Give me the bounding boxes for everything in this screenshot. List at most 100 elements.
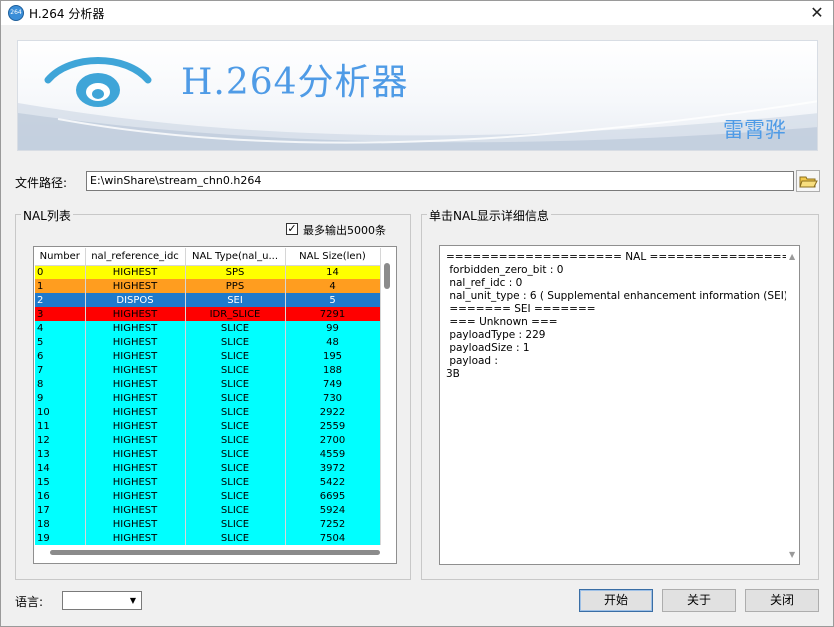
cell-nal-type: SLICE	[185, 349, 286, 363]
cell-ref-idc: DISPOS	[85, 293, 186, 307]
cell-ref-idc: HIGHEST	[85, 265, 186, 279]
cell-ref-idc: HIGHEST	[85, 531, 186, 545]
cell-number: 14	[35, 461, 86, 475]
cell-nal-size: 7504	[285, 531, 381, 545]
cell-number: 17	[35, 503, 86, 517]
cell-ref-idc: HIGHEST	[85, 475, 186, 489]
table-row[interactable]: 8 HIGHEST SLICE 749	[35, 377, 381, 391]
column-header-ref-idc[interactable]: nal_reference_idc	[85, 248, 186, 266]
cell-ref-idc: HIGHEST	[85, 447, 186, 461]
cell-nal-size: 5	[285, 293, 381, 307]
cell-ref-idc: HIGHEST	[85, 405, 186, 419]
detail-line: forbidden_zero_bit : 0	[446, 264, 564, 276]
cell-nal-type: SLICE	[185, 433, 286, 447]
detail-text: ==================== NAL ===============…	[446, 251, 786, 381]
column-header-nal-type[interactable]: NAL Type(nal_u...	[185, 248, 286, 266]
analyzer-window: 264 H.264 分析器 ✕ H.264分析器 雷霄骅 文件路径: E:\wi…	[0, 0, 834, 627]
cell-number: 9	[35, 391, 86, 405]
about-button[interactable]: 关于	[662, 589, 736, 612]
cell-ref-idc: HIGHEST	[85, 517, 186, 531]
cell-ref-idc: HIGHEST	[85, 461, 186, 475]
table-row[interactable]: 3 HIGHEST IDR_SLICE 7291	[35, 307, 381, 321]
cell-number: 6	[35, 349, 86, 363]
cell-nal-type: SLICE	[185, 489, 286, 503]
cell-nal-type: SLICE	[185, 461, 286, 475]
cell-nal-type: SLICE	[185, 447, 286, 461]
cell-ref-idc: HIGHEST	[85, 391, 186, 405]
file-path-label: 文件路径:	[15, 176, 68, 190]
detail-line: nal_ref_idc : 0	[446, 277, 523, 289]
h264-app-icon: 264	[8, 5, 24, 21]
table-row[interactable]: 4 HIGHEST SLICE 99	[35, 321, 381, 335]
cell-nal-size: 7252	[285, 517, 381, 531]
cell-ref-idc: HIGHEST	[85, 321, 186, 335]
cell-nal-size: 730	[285, 391, 381, 405]
cell-number: 10	[35, 405, 86, 419]
scroll-down-arrow-icon[interactable]: ▼	[789, 550, 795, 559]
table-row[interactable]: 14 HIGHEST SLICE 3972	[35, 461, 381, 475]
cell-nal-size: 2922	[285, 405, 381, 419]
table-row[interactable]: 11 HIGHEST SLICE 2559	[35, 419, 381, 433]
detail-line: ==================== NAL ===============…	[446, 251, 786, 263]
table-row[interactable]: 13 HIGHEST SLICE 4559	[35, 447, 381, 461]
eye-logo-icon	[44, 57, 152, 107]
cell-nal-type: SLICE	[185, 419, 286, 433]
table-row[interactable]: 19 HIGHEST SLICE 7504	[35, 531, 381, 545]
detail-line: payload :	[446, 355, 498, 367]
table-row[interactable]: 17 HIGHEST SLICE 5924	[35, 503, 381, 517]
cell-number: 4	[35, 321, 86, 335]
detail-line: 3B	[446, 368, 460, 380]
nal-list[interactable]: Number nal_reference_idc NAL Type(nal_u.…	[33, 246, 397, 564]
cell-number: 7	[35, 363, 86, 377]
language-label: 语言:	[15, 595, 44, 609]
title-bar: 264 H.264 分析器 ✕	[1, 1, 833, 25]
banner: H.264分析器 雷霄骅	[17, 40, 818, 151]
folder-open-icon	[799, 176, 818, 188]
nal-list-vertical-scrollbar[interactable]	[384, 263, 390, 289]
column-header-nal-size[interactable]: NAL Size(len)	[285, 248, 381, 266]
cell-nal-size: 4	[285, 279, 381, 293]
table-row[interactable]: 9 HIGHEST SLICE 730	[35, 391, 381, 405]
cell-nal-type: SPS	[185, 265, 286, 279]
table-row[interactable]: 18 HIGHEST SLICE 7252	[35, 517, 381, 531]
cell-number: 15	[35, 475, 86, 489]
table-row[interactable]: 0 HIGHEST SPS 14	[35, 265, 381, 279]
cell-nal-size: 2700	[285, 433, 381, 447]
cell-ref-idc: HIGHEST	[85, 433, 186, 447]
nal-list-horizontal-scrollbar[interactable]	[50, 550, 380, 555]
cell-nal-size: 99	[285, 321, 381, 335]
cell-ref-idc: HIGHEST	[85, 419, 186, 433]
cell-number: 1	[35, 279, 86, 293]
cell-ref-idc: HIGHEST	[85, 503, 186, 517]
banner-title: H.264分析器	[181, 62, 409, 103]
detail-textbox[interactable]: ==================== NAL ===============…	[439, 245, 800, 565]
close-icon[interactable]: ✕	[801, 1, 833, 25]
detail-line: ======= SEI =======	[446, 303, 596, 315]
file-path-input[interactable]: E:\winShare\stream_chn0.h264	[86, 171, 794, 191]
table-row[interactable]: 5 HIGHEST SLICE 48	[35, 335, 381, 349]
language-select[interactable]: ▼	[62, 591, 142, 610]
table-row[interactable]: 6 HIGHEST SLICE 195	[35, 349, 381, 363]
column-header-number[interactable]: Number	[35, 248, 86, 266]
cell-ref-idc: HIGHEST	[85, 377, 186, 391]
browse-button[interactable]	[796, 170, 820, 192]
table-row[interactable]: 15 HIGHEST SLICE 5422	[35, 475, 381, 489]
cell-number: 2	[35, 293, 86, 307]
cell-ref-idc: HIGHEST	[85, 363, 186, 377]
table-row[interactable]: 12 HIGHEST SLICE 2700	[35, 433, 381, 447]
scroll-up-arrow-icon[interactable]: ▲	[789, 252, 795, 261]
cell-number: 3	[35, 307, 86, 321]
table-row[interactable]: 1 HIGHEST PPS 4	[35, 279, 381, 293]
detail-group-label: 单击NAL显示详细信息	[427, 207, 551, 224]
max-output-checkbox[interactable]: ✓	[286, 223, 298, 235]
table-row[interactable]: 7 HIGHEST SLICE 188	[35, 363, 381, 377]
cell-ref-idc: HIGHEST	[85, 279, 186, 293]
table-row[interactable]: 2 DISPOS SEI 5	[35, 293, 381, 307]
table-row[interactable]: 10 HIGHEST SLICE 2922	[35, 405, 381, 419]
chevron-down-icon[interactable]: ▼	[126, 593, 140, 608]
cell-ref-idc: HIGHEST	[85, 307, 186, 321]
cell-nal-size: 5422	[285, 475, 381, 489]
start-button[interactable]: 开始	[579, 589, 653, 612]
close-button[interactable]: 关闭	[745, 589, 819, 612]
table-row[interactable]: 16 HIGHEST SLICE 6695	[35, 489, 381, 503]
